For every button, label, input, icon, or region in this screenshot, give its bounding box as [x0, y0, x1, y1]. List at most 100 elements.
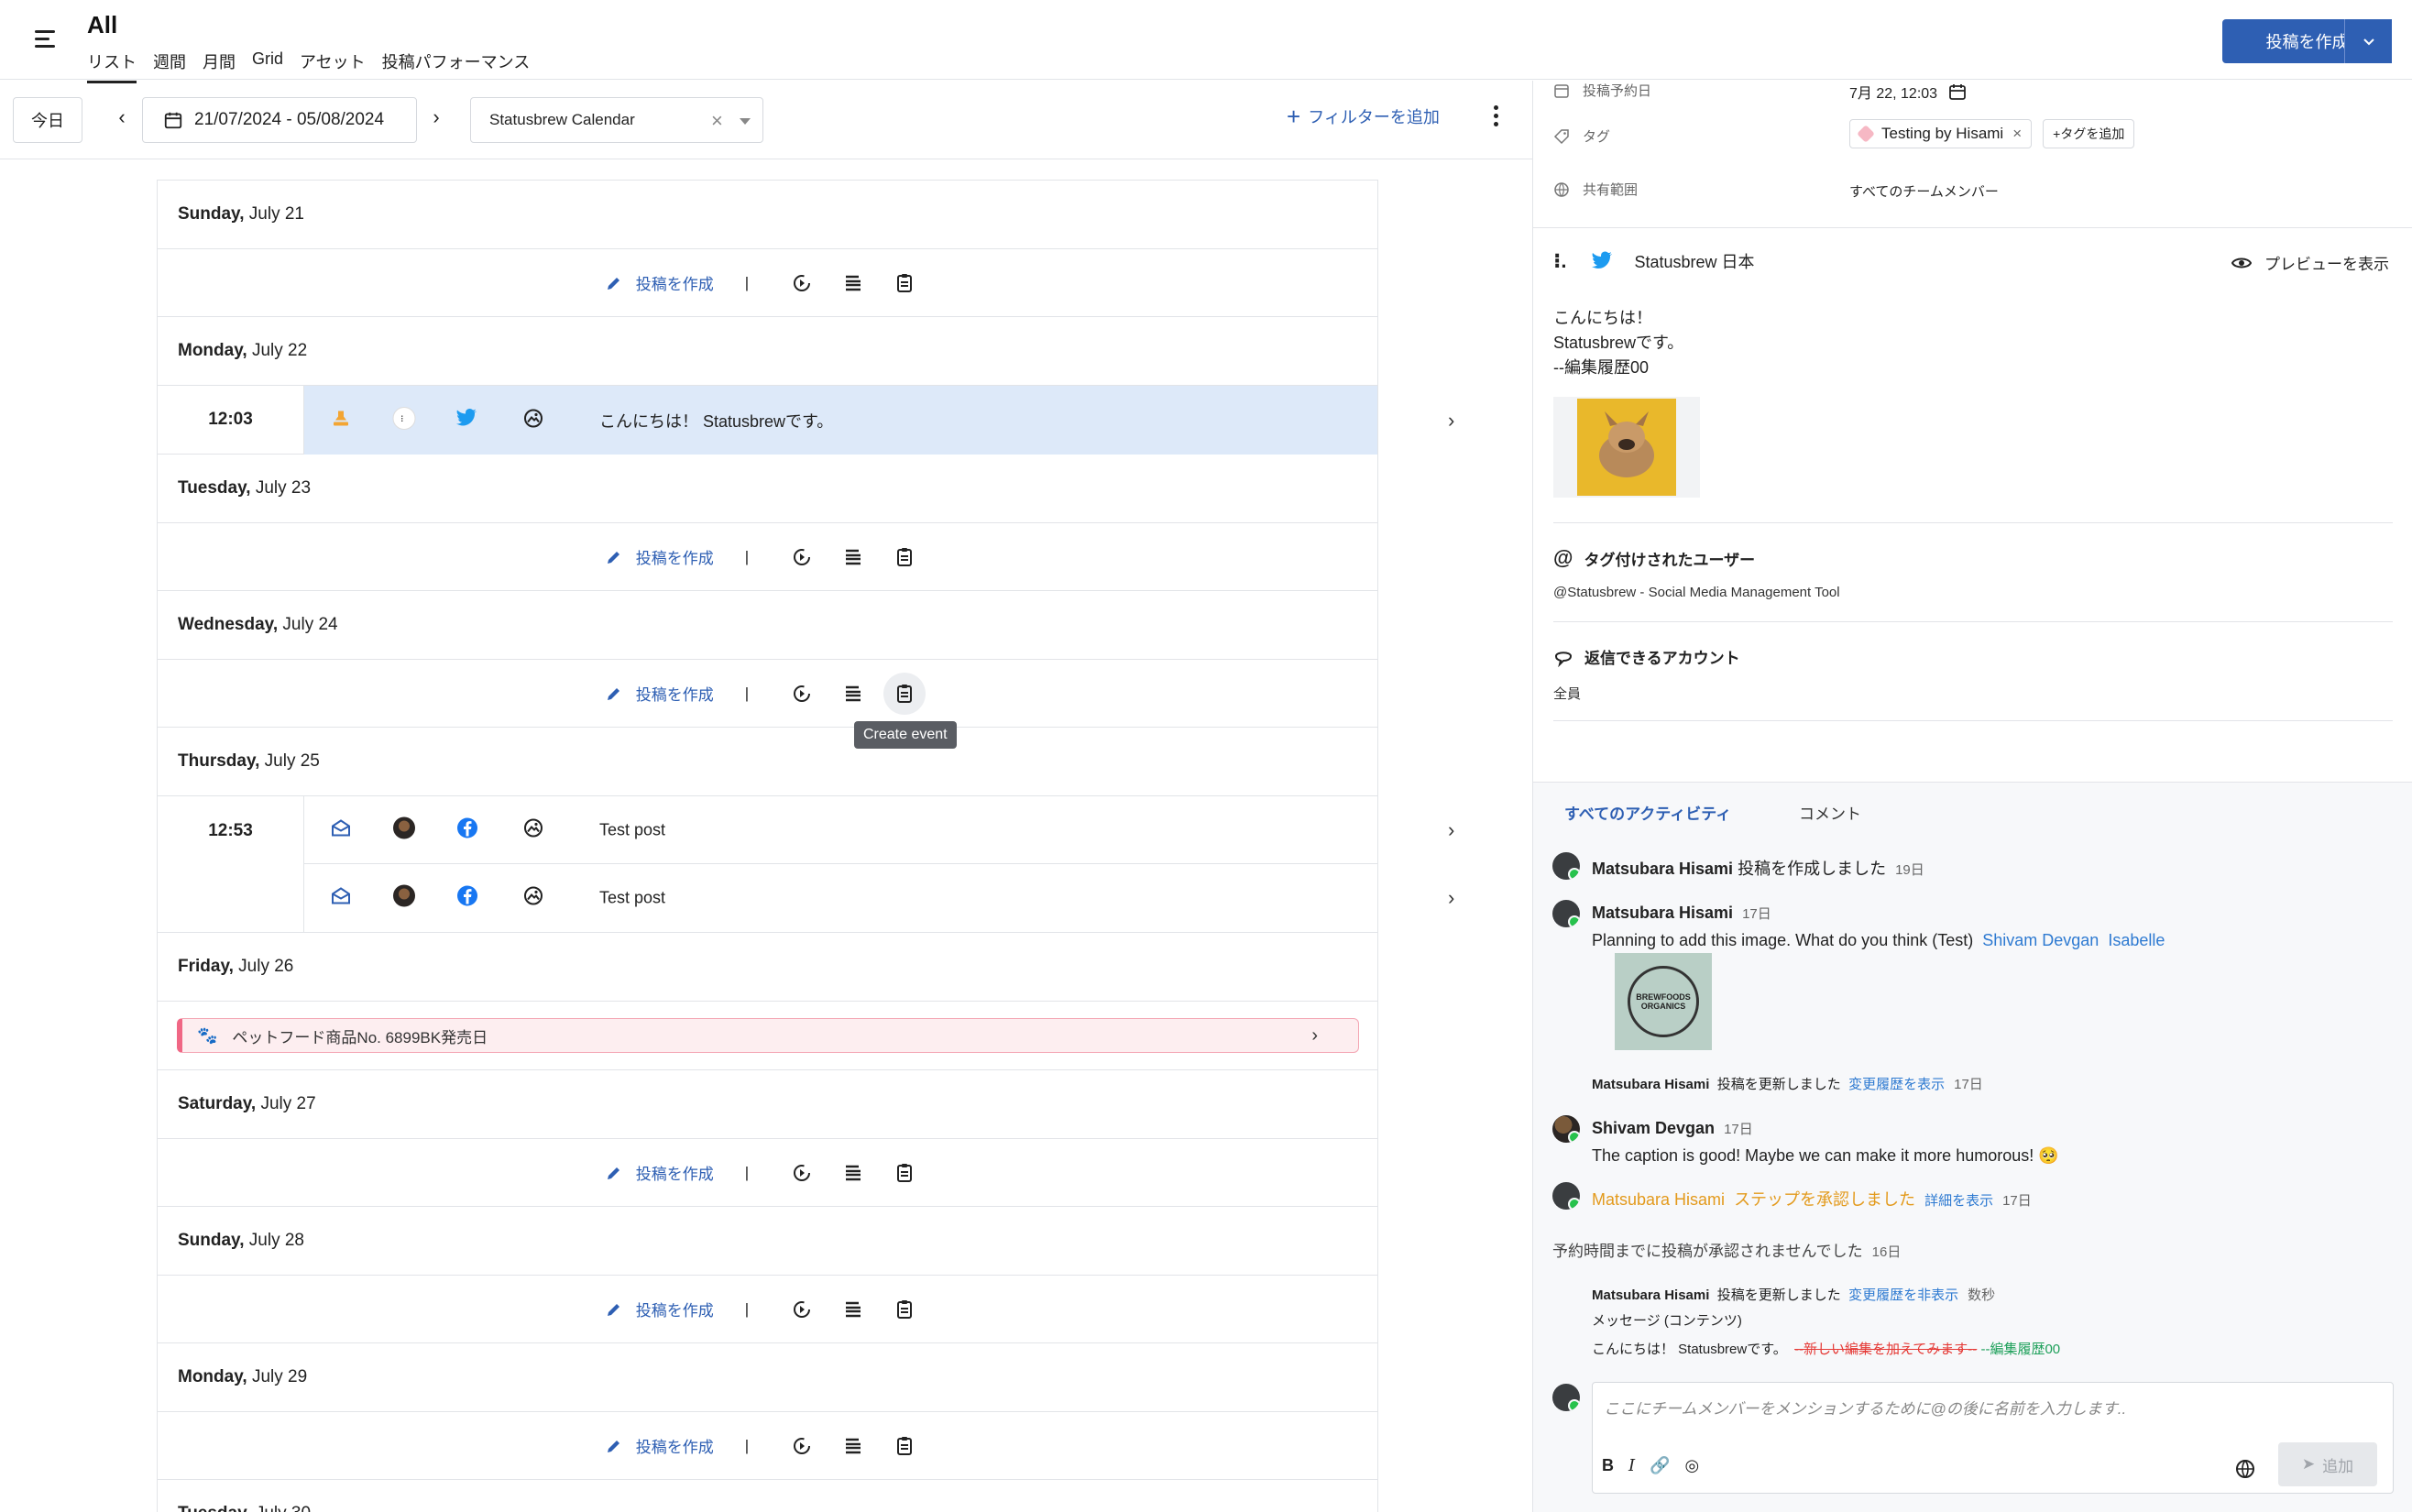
composer-toolbar: B I 🔗 ◎ — [1602, 1456, 1699, 1475]
pencil-icon — [607, 277, 619, 290]
comment-input[interactable]: ここにチームメンバーをメンションするために@の後に名前を入力します.. — [1604, 1396, 2126, 1419]
day-header: Sunday, July 21 — [158, 181, 1377, 249]
create-event-clipboard-icon[interactable] — [883, 672, 926, 715]
tab-week[interactable]: 週間 — [153, 49, 186, 83]
clear-icon[interactable]: × — [711, 109, 723, 133]
comment-image[interactable]: BREWFOODS ORGANICS — [1615, 953, 1712, 1050]
chevron-right-icon[interactable]: › — [1448, 409, 1454, 433]
paw-icon: 🐾 — [197, 1025, 218, 1045]
remove-tag-icon[interactable]: × — [2012, 125, 2022, 143]
view-history-link[interactable]: 変更履歴を表示 — [1848, 1077, 1945, 1092]
day-name: Friday, — [178, 957, 234, 976]
day-header: Monday, July 29 — [158, 1343, 1377, 1412]
list-lines-icon[interactable] — [841, 545, 865, 569]
tab-grid[interactable]: Grid — [252, 49, 283, 83]
tag-icon — [1553, 128, 1569, 144]
tag-meta-value: Testing by Hisami × +タグを追加 — [1849, 119, 2135, 148]
compose-post-link[interactable]: 投稿を作成 — [605, 545, 714, 568]
mention-link[interactable]: Isabelle — [2108, 931, 2165, 949]
tab-all-activity[interactable]: すべてのアクティビティ — [1564, 801, 1732, 838]
today-button[interactable]: 今日 — [13, 97, 82, 143]
calendar-select[interactable]: Statusbrew Calendar × — [470, 97, 763, 143]
post-image-thumbnail[interactable] — [1553, 397, 1700, 498]
list-lines-icon[interactable] — [841, 1161, 865, 1185]
create-post-dropdown[interactable] — [2344, 19, 2392, 63]
avatar — [1552, 852, 1580, 880]
day-date: July 30 — [256, 1504, 311, 1512]
clipboard-icon[interactable] — [893, 1434, 916, 1458]
schedule-icon[interactable] — [790, 1298, 814, 1321]
clipboard-icon[interactable] — [893, 545, 916, 569]
facebook-icon — [456, 816, 478, 843]
day-name: Wednesday, — [178, 615, 279, 634]
clipboard-icon[interactable] — [893, 1161, 916, 1185]
calendar-edit-icon[interactable] — [1948, 82, 1967, 101]
post-line-selected[interactable]: ⁝ こんにちは！ Statusbrewです。 › — [304, 386, 1454, 455]
chevron-right-icon[interactable]: › — [1448, 818, 1454, 842]
mention-link[interactable]: Shivam Devgan — [1982, 931, 2099, 949]
clipboard-icon[interactable] — [893, 1298, 916, 1321]
post-line[interactable]: Test post › — [304, 864, 1454, 932]
post-preview-text: こんにちは！ Statusbrewです。 — [599, 411, 834, 431]
date-range-picker[interactable]: 21/07/2024 - 05/08/2024 — [142, 97, 417, 143]
day-date: July 21 — [248, 204, 304, 224]
hide-history-link[interactable]: 変更履歴を非表示 — [1848, 1287, 1958, 1303]
more-vertical-icon[interactable] — [1494, 105, 1499, 127]
show-details-link[interactable]: 詳細を表示 — [1924, 1193, 1993, 1209]
compose-post-link[interactable]: 投稿を作成 — [605, 271, 714, 294]
eye-icon — [2231, 257, 2252, 268]
list-lines-icon[interactable] — [841, 1434, 865, 1458]
chevron-right-icon[interactable]: › — [425, 105, 447, 128]
account-name: Statusbrew 日本 — [1634, 253, 1755, 271]
list-lines-icon[interactable] — [841, 682, 865, 706]
pencil-icon — [607, 687, 619, 700]
compose-post-link[interactable]: 投稿を作成 — [605, 1298, 714, 1320]
clipboard-icon[interactable] — [893, 271, 916, 295]
schedule-icon[interactable] — [790, 271, 814, 295]
visibility-meta-label: 共有範囲 — [1553, 180, 1638, 199]
chevron-right-icon[interactable]: › — [1311, 1025, 1318, 1046]
chevron-left-icon[interactable]: ‹ — [111, 105, 133, 128]
facebook-icon — [456, 885, 478, 912]
schedule-icon[interactable] — [790, 682, 814, 706]
app-root: All リスト 週間 月間 Grid アセット 投稿パフォーマンス 投稿を作成 … — [0, 0, 2412, 1512]
tag-chip[interactable]: Testing by Hisami × — [1849, 119, 2033, 148]
chevron-right-icon[interactable]: › — [1448, 886, 1454, 910]
compose-post-link[interactable]: 投稿を作成 — [605, 1434, 714, 1457]
visibility-meta-value: すべてのチームメンバー — [1849, 184, 1999, 200]
caret-down-icon[interactable] — [740, 118, 751, 125]
empty-day-actions: 投稿を作成 | — [158, 1139, 1377, 1207]
schedule-icon[interactable] — [790, 1434, 814, 1458]
event-bar[interactable]: 🐾 ペットフード商品No. 6899BK発売日 › — [177, 1018, 1359, 1053]
menu-icon[interactable] — [35, 30, 55, 48]
tab-post-performance[interactable]: 投稿パフォーマンス — [382, 49, 531, 83]
comment-text: Planning to add this image. What do you … — [1592, 931, 2165, 949]
compose-post-link[interactable]: 投稿を作成 — [605, 682, 714, 705]
tab-comments[interactable]: コメント — [1799, 801, 1861, 824]
schedule-meta-value[interactable]: 7月 22, 12:03 — [1849, 81, 1967, 103]
link-icon[interactable]: 🔗 — [1650, 1456, 1670, 1475]
twitter-icon — [1592, 251, 1613, 268]
post-row[interactable]: 12:03 ⁝ こんにちは！ Statusbrewです。 › — [158, 386, 1454, 455]
comment-composer[interactable]: ここにチームメンバーをメンションするために@の後に名前を入力します.. B I … — [1592, 1382, 2394, 1494]
globe-icon[interactable] — [2234, 1458, 2256, 1480]
schedule-icon[interactable] — [790, 545, 814, 569]
show-preview-button[interactable]: プレビューを表示 — [2231, 251, 2389, 274]
tag-color-icon — [1857, 125, 1875, 143]
add-comment-button[interactable]: ➤ 追加 — [2278, 1442, 2377, 1486]
list-lines-icon[interactable] — [841, 1298, 865, 1321]
image-icon[interactable]: ◎ — [1685, 1456, 1700, 1475]
reply-accounts-title: 返信できるアカウント — [1553, 645, 1740, 668]
add-tag-button[interactable]: +タグを追加 — [2043, 119, 2135, 148]
schedule-icon[interactable] — [790, 1161, 814, 1185]
post-line[interactable]: Test post › — [304, 796, 1454, 864]
italic-icon[interactable]: I — [1628, 1456, 1635, 1475]
tab-list[interactable]: リスト — [87, 49, 137, 83]
comment-text: The caption is good! Maybe we can make i… — [1592, 1146, 2059, 1165]
add-filter-button[interactable]: + フィルターを追加 — [1287, 104, 1440, 128]
bold-icon[interactable]: B — [1602, 1456, 1614, 1475]
tab-assets[interactable]: アセット — [300, 49, 366, 83]
tab-month[interactable]: 月間 — [203, 49, 236, 83]
compose-post-link[interactable]: 投稿を作成 — [605, 1161, 714, 1184]
list-lines-icon[interactable] — [841, 271, 865, 295]
